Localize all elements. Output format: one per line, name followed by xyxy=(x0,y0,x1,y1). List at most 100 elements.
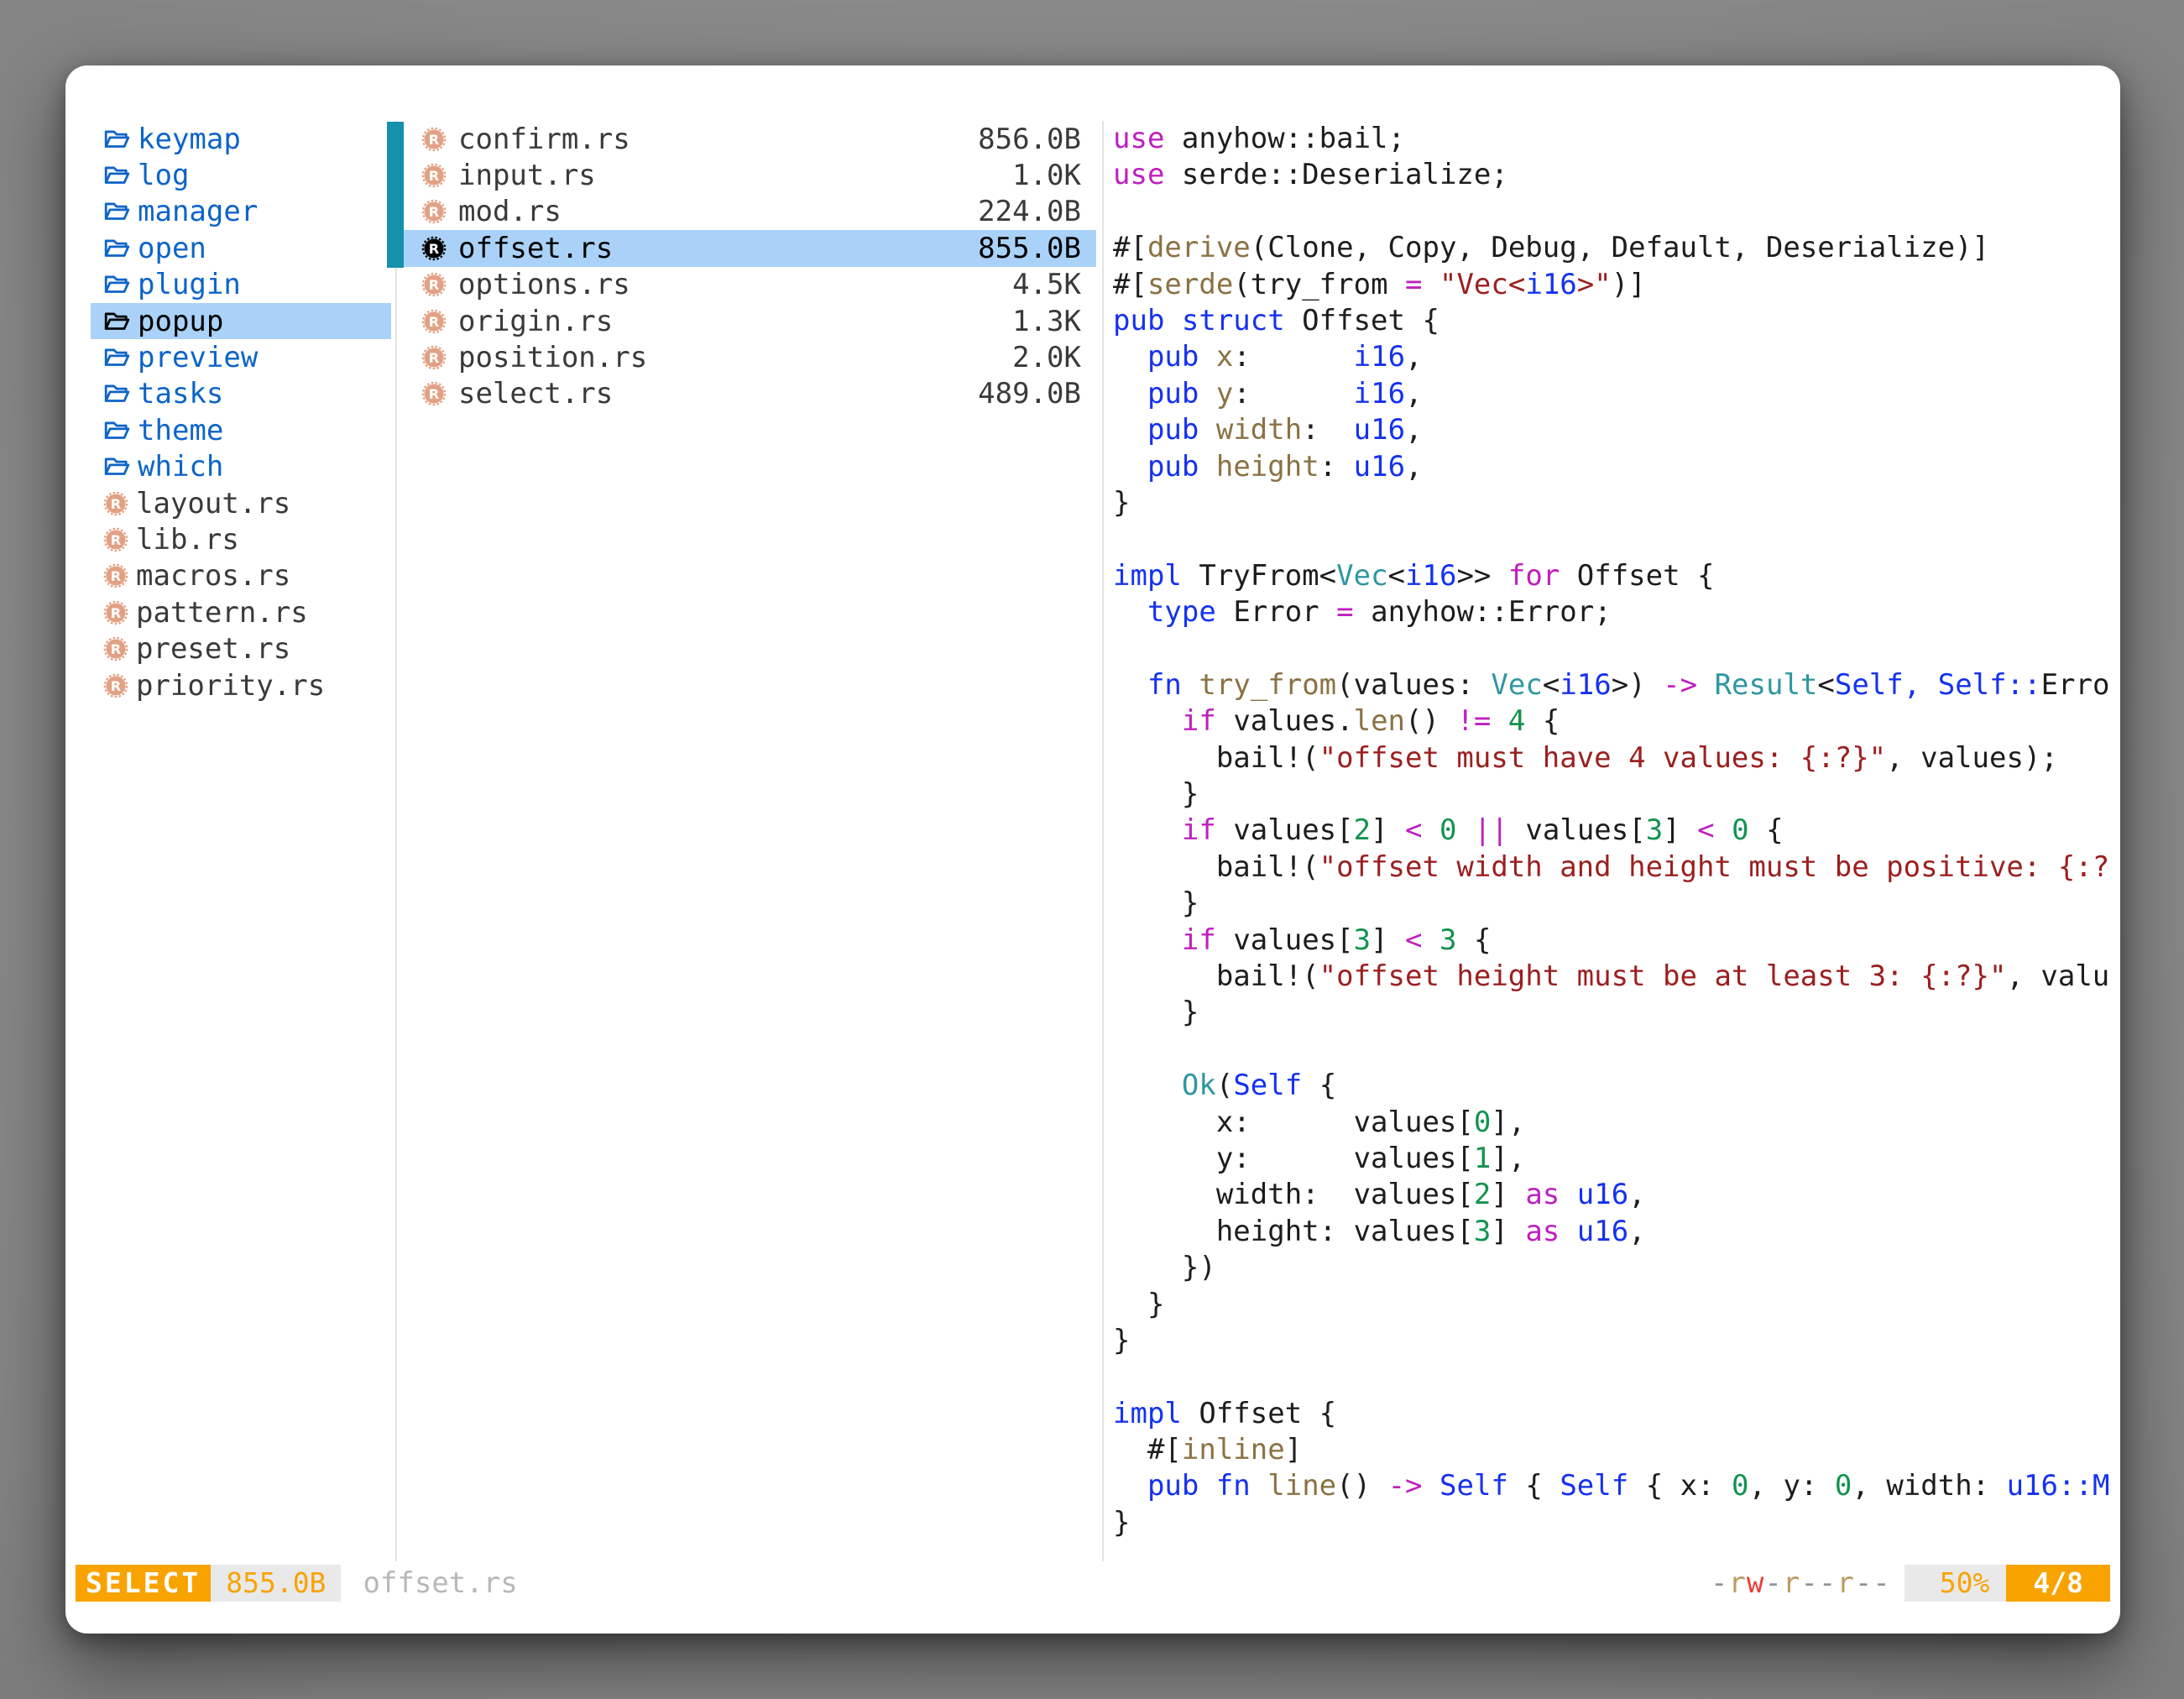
folder-open-icon xyxy=(103,164,130,187)
code-line: use serde::Deserialize; xyxy=(1113,157,2110,193)
permission-char: - xyxy=(1855,1566,1873,1600)
code-line: bail!("offset must have 4 values: {:?}",… xyxy=(1113,740,2110,776)
sidebar-item-preview[interactable]: preview xyxy=(91,339,391,375)
file-name: mod.rs xyxy=(458,195,562,228)
file-size: 4.5K xyxy=(1012,268,1081,301)
sidebar-item-lib.rs[interactable]: Rlib.rs xyxy=(91,521,391,557)
sidebar-item-label: manager xyxy=(138,195,258,228)
code-line xyxy=(1113,630,2110,667)
file-list-scrollbar[interactable] xyxy=(387,122,404,268)
permission-char: - xyxy=(1873,1566,1890,1600)
status-permissions: -rw-r--r-- xyxy=(1711,1566,1891,1600)
sidebar-item-macros.rs[interactable]: Rmacros.rs xyxy=(91,558,391,594)
rust-file-icon: R xyxy=(103,600,128,625)
code-line: #[serde(try_from = "Vec<i16>")] xyxy=(1113,267,2110,303)
file-row-input.rs[interactable]: Rinput.rs1.0K xyxy=(403,157,1096,193)
sidebar-item-manager[interactable]: manager xyxy=(91,194,391,230)
code-line: #[derive(Clone, Copy, Debug, Default, De… xyxy=(1113,230,2110,266)
permission-char: - xyxy=(1800,1566,1818,1600)
code-line: pub struct Offset { xyxy=(1113,303,2110,339)
file-name: input.rs xyxy=(458,159,596,192)
folder-open-icon xyxy=(103,346,130,369)
code-line xyxy=(1113,521,2110,557)
sidebar-item-label: pattern.rs xyxy=(136,596,308,630)
code-line: height: values[3] as u16, xyxy=(1113,1214,2110,1250)
sidebar-item-plugin[interactable]: plugin xyxy=(91,267,391,303)
permission-char: - xyxy=(1711,1566,1728,1600)
pane-divider-left xyxy=(395,121,397,1561)
code-line: } xyxy=(1113,485,2110,521)
rust-file-icon: R xyxy=(421,345,447,370)
svg-text:R: R xyxy=(111,495,122,511)
parent-pane: keymaplogmanageropenplugin popuppreviewta… xyxy=(91,121,391,703)
rust-file-icon: R xyxy=(421,381,447,406)
code-line: pub fn line() -> Self { Self { x: 0, y: … xyxy=(1113,1468,2110,1504)
rust-file-icon: R xyxy=(103,673,128,698)
sidebar-item-label: preview xyxy=(138,341,258,374)
code-line: pub width: u16, xyxy=(1113,412,2110,448)
sidebar-item-label: tasks xyxy=(138,377,223,410)
status-scroll-percent: 50% xyxy=(1904,1565,2007,1602)
svg-text:R: R xyxy=(429,131,440,147)
code-line: } xyxy=(1113,1287,2110,1323)
folder-open-icon xyxy=(103,273,130,296)
sidebar-item-which[interactable]: which xyxy=(91,449,391,485)
folder-open-icon xyxy=(103,310,130,333)
folder-open-icon xyxy=(103,200,130,223)
rust-file-icon: R xyxy=(421,309,447,334)
code-line: impl Offset { xyxy=(1113,1396,2110,1432)
file-name: origin.rs xyxy=(458,305,613,338)
pane-divider-right xyxy=(1102,121,1104,1561)
code-line: } xyxy=(1113,886,2110,922)
file-name: confirm.rs xyxy=(458,123,630,156)
sidebar-item-label: popup xyxy=(138,305,223,338)
file-row-options.rs[interactable]: Roptions.rs4.5K xyxy=(403,267,1096,303)
status-file-name: offset.rs xyxy=(363,1566,517,1600)
code-line: pub height: u16, xyxy=(1113,449,2110,485)
file-row-origin.rs[interactable]: Rorigin.rs1.3K xyxy=(403,303,1096,339)
code-line: } xyxy=(1113,1323,2110,1359)
folder-open-icon xyxy=(103,382,130,405)
file-row-select.rs[interactable]: Rselect.rs489.0B xyxy=(403,376,1096,412)
file-size: 2.0K xyxy=(1012,341,1081,374)
status-cursor-position: 4/8 xyxy=(2006,1565,2110,1602)
sidebar-item-label: preset.rs xyxy=(136,632,290,666)
folder-open-icon xyxy=(103,237,130,260)
file-row-confirm.rs[interactable]: Rconfirm.rs856.0B xyxy=(403,121,1096,157)
status-file-size: 855.0B xyxy=(211,1565,341,1602)
rust-file-icon: R xyxy=(421,236,447,261)
permission-char: w xyxy=(1747,1566,1764,1600)
sidebar-item-open[interactable]: open xyxy=(91,230,391,266)
rust-file-icon: R xyxy=(103,491,128,516)
sidebar-item-label: layout.rs xyxy=(136,487,290,520)
sidebar-item-priority.rs[interactable]: Rpriority.rs xyxy=(91,667,391,703)
sidebar-item-log[interactable]: log xyxy=(91,157,391,193)
sidebar-item-label: plugin xyxy=(138,268,241,301)
svg-text:R: R xyxy=(429,204,440,220)
permission-char: - xyxy=(1764,1566,1782,1600)
sidebar-item-label: priority.rs xyxy=(136,669,325,703)
svg-text:R: R xyxy=(429,386,440,402)
file-size: 224.0B xyxy=(978,195,1081,228)
folder-open-icon xyxy=(103,128,130,151)
sidebar-item-pattern.rs[interactable]: Rpattern.rs xyxy=(91,594,391,630)
sidebar-item-keymap[interactable]: keymap xyxy=(91,121,391,157)
sidebar-item-layout.rs[interactable]: Rlayout.rs xyxy=(91,485,391,521)
file-size: 1.0K xyxy=(1012,159,1081,192)
code-line: impl TryFrom<Vec<i16>> for Offset { xyxy=(1113,558,2110,594)
folder-open-icon xyxy=(103,419,130,442)
sidebar-item-popup[interactable]: popup xyxy=(91,303,391,339)
file-row-mod.rs[interactable]: Rmod.rs 224.0B xyxy=(403,194,1096,230)
file-row-position.rs[interactable]: Rposition.rs2.0K xyxy=(403,339,1096,375)
sidebar-item-theme[interactable]: theme xyxy=(91,412,391,448)
sidebar-item-tasks[interactable]: tasks xyxy=(91,376,391,412)
permission-char: r xyxy=(1728,1566,1746,1600)
file-row-offset.rs[interactable]: Roffset.rs855.0B xyxy=(403,230,1096,266)
sidebar-item-preset.rs[interactable]: Rpreset.rs xyxy=(91,630,391,667)
file-name: select.rs xyxy=(458,377,613,410)
rust-file-icon: R xyxy=(421,199,447,224)
code-line: pub y: i16, xyxy=(1113,376,2110,412)
rust-file-icon: R xyxy=(103,636,128,661)
code-line xyxy=(1113,1359,2110,1395)
code-line: y: values[1], xyxy=(1113,1141,2110,1177)
